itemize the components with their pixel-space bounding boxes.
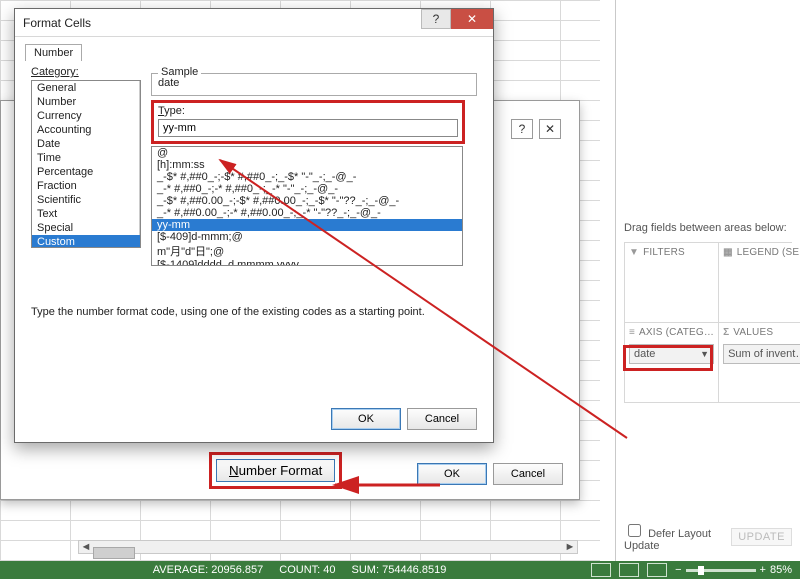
category-list[interactable]: GeneralNumberCurrencyAccountingDateTimeP… bbox=[31, 80, 141, 248]
format-code-item[interactable]: _-$* #,##0.00_-;-$* #,##0.00_-;_-$* "-"?… bbox=[152, 195, 462, 207]
sample-box: Sample date bbox=[151, 73, 477, 96]
values-field-sum[interactable]: Sum of invent… ▼ bbox=[723, 344, 800, 364]
sample-label: Sample bbox=[158, 66, 201, 78]
area-legend[interactable]: ▦LEGEND (SERIES) bbox=[719, 243, 800, 323]
zoom-out-icon[interactable]: − bbox=[675, 564, 681, 576]
zoom-slider[interactable]: − + 85% bbox=[675, 564, 792, 576]
date-field-highlight bbox=[623, 345, 713, 371]
scroll-right-icon[interactable]: ► bbox=[563, 541, 577, 553]
close-icon[interactable]: ✕ bbox=[451, 9, 493, 29]
status-bar: AVERAGE: 20956.857 COUNT: 40 SUM: 754446… bbox=[0, 561, 800, 579]
number-format-highlight: Number Format bbox=[209, 452, 342, 489]
ok-button[interactable]: OK bbox=[331, 408, 401, 430]
drag-hint: Drag fields between areas below: bbox=[624, 222, 792, 234]
category-time[interactable]: Time bbox=[32, 151, 140, 165]
category-accounting[interactable]: Accounting bbox=[32, 123, 140, 137]
dialog-titlebar[interactable]: Format Cells ? ✕ bbox=[15, 9, 493, 37]
tab-number[interactable]: Number bbox=[25, 44, 82, 61]
format-code-item[interactable]: [$-409]d-mmm;@ bbox=[152, 231, 462, 243]
category-text[interactable]: Text bbox=[32, 207, 140, 221]
area-filters[interactable]: ▼FILTERS bbox=[624, 243, 719, 323]
type-input[interactable] bbox=[158, 119, 458, 137]
number-format-label: umber Format bbox=[239, 463, 323, 478]
horizontal-scrollbar[interactable]: ◄ ► bbox=[78, 540, 578, 554]
category-scientific[interactable]: Scientific bbox=[32, 193, 140, 207]
area-axis[interactable]: ≡AXIS (CATEG… date ▼ bbox=[624, 323, 719, 403]
view-normal-icon[interactable] bbox=[591, 563, 611, 577]
close-icon[interactable]: ✕ bbox=[539, 119, 561, 139]
help-icon[interactable]: ? bbox=[421, 9, 451, 29]
update-button[interactable]: UPDATE bbox=[731, 528, 792, 546]
format-cells-dialog: Format Cells ? ✕ Number Category: Genera… bbox=[14, 8, 494, 443]
help-icon[interactable]: ? bbox=[511, 119, 533, 139]
format-code-item[interactable]: _-* #,##0_-;-* #,##0_-;_-* "-"_-;_-@_- bbox=[152, 183, 462, 195]
status-count: COUNT: 40 bbox=[279, 564, 335, 576]
category-special[interactable]: Special bbox=[32, 221, 140, 235]
category-currency[interactable]: Currency bbox=[32, 109, 140, 123]
hint-text: Type the number format code, using one o… bbox=[31, 306, 477, 318]
category-custom[interactable]: Custom bbox=[32, 235, 140, 248]
dialog-title: Format Cells bbox=[23, 16, 91, 30]
number-format-button[interactable]: Number Format bbox=[216, 459, 335, 482]
format-code-item[interactable]: [h]:mm:ss bbox=[152, 159, 462, 171]
view-break-icon[interactable] bbox=[647, 563, 667, 577]
zoom-in-icon[interactable]: + bbox=[760, 564, 766, 576]
pivot-field-panel: Drag fields between areas below: ▼FILTER… bbox=[615, 0, 800, 562]
cancel-button[interactable]: Cancel bbox=[407, 408, 477, 430]
format-code-item[interactable]: _-* #,##0.00_-;-* #,##0.00_-;_-* "-"??_-… bbox=[152, 207, 462, 219]
type-highlight: Type: bbox=[151, 100, 465, 144]
format-code-item[interactable]: [$-1409]dddd, d mmmm yyyy bbox=[152, 259, 462, 265]
scroll-thumb[interactable] bbox=[93, 547, 135, 559]
view-layout-icon[interactable] bbox=[619, 563, 639, 577]
format-code-list[interactable]: @[h]:mm:ss_-$* #,##0_-;-$* #,##0_-;_-$* … bbox=[151, 146, 463, 266]
scroll-left-icon[interactable]: ◄ bbox=[79, 541, 93, 553]
status-sum: SUM: 754446.8519 bbox=[352, 564, 447, 576]
cancel-button-under[interactable]: Cancel bbox=[493, 463, 563, 485]
format-code-item[interactable]: _-$* #,##0_-;-$* #,##0_-;_-$* "-"_-;_-@_… bbox=[152, 171, 462, 183]
format-code-item[interactable]: m"月"d"日";@ bbox=[152, 243, 462, 259]
format-code-item[interactable]: @ bbox=[152, 147, 462, 159]
area-values[interactable]: ΣVALUES Sum of invent… ▼ bbox=[719, 323, 800, 403]
category-percentage[interactable]: Percentage bbox=[32, 165, 140, 179]
category-label: Category: bbox=[31, 66, 141, 78]
category-number[interactable]: Number bbox=[32, 95, 140, 109]
status-average: AVERAGE: 20956.857 bbox=[153, 564, 264, 576]
category-fraction[interactable]: Fraction bbox=[32, 179, 140, 193]
type-label: Type: bbox=[158, 105, 458, 117]
defer-checkbox[interactable]: Defer Layout Update bbox=[624, 521, 731, 552]
format-code-item[interactable]: yy-mm bbox=[152, 219, 462, 231]
category-date[interactable]: Date bbox=[32, 137, 140, 151]
ok-button-under[interactable]: OK bbox=[417, 463, 487, 485]
category-general[interactable]: General bbox=[32, 81, 140, 95]
sample-value: date bbox=[158, 77, 470, 89]
zoom-level: 85% bbox=[770, 564, 792, 576]
